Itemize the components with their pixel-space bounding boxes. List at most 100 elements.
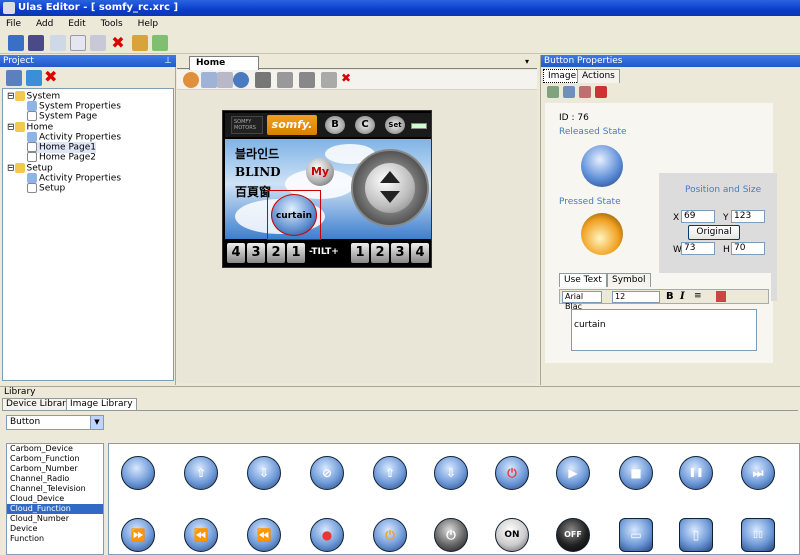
tab-use-text[interactable]: Use Text <box>559 273 607 287</box>
new-icon[interactable] <box>8 35 24 51</box>
next-button-image[interactable]: ⏭ <box>741 456 775 490</box>
square-button-image[interactable]: ▭ <box>619 518 653 552</box>
down-button-image[interactable]: ⇩ <box>247 456 281 490</box>
layer-icon[interactable] <box>217 72 233 88</box>
panel-button-image[interactable]: ▯ <box>679 518 713 552</box>
expand-icon[interactable]: ⊟ <box>7 92 15 102</box>
up-button-image[interactable]: ⇧ <box>184 456 218 490</box>
paste-icon[interactable] <box>90 35 106 51</box>
number-button[interactable]: 1 <box>351 243 369 263</box>
copy-icon[interactable] <box>50 35 66 51</box>
number-button[interactable]: 3 <box>247 243 265 263</box>
rotate-icon[interactable] <box>233 72 249 88</box>
tab-image-library[interactable]: Image Library <box>66 398 137 410</box>
category-item[interactable]: Carbom_Function <box>7 454 103 464</box>
category-item[interactable]: Function <box>7 534 103 544</box>
c-button[interactable]: C <box>355 116 375 134</box>
align-icon[interactable]: ≡ <box>694 291 702 301</box>
down-arrow-button-image[interactable]: ⇩ <box>434 456 468 490</box>
duplicate-icon[interactable] <box>70 35 86 51</box>
pin-icon[interactable]: ⊥ <box>164 55 172 67</box>
category-item[interactable]: Channel_Radio <box>7 474 103 484</box>
menu-file[interactable]: File <box>0 16 27 32</box>
delete-icon[interactable]: ✖ <box>110 35 126 51</box>
bold-icon[interactable]: B <box>666 291 674 302</box>
shape-icon[interactable] <box>183 72 199 88</box>
menu-help[interactable]: Help <box>132 16 165 32</box>
w-input[interactable]: 73 <box>681 242 715 255</box>
number-button[interactable]: 1 <box>287 243 305 263</box>
category-item[interactable]: Carbom_Number <box>7 464 103 474</box>
plain-button-image[interactable] <box>121 456 155 490</box>
number-button[interactable]: 4 <box>227 243 245 263</box>
image-icon[interactable] <box>563 86 575 98</box>
rewind-button-image[interactable]: ⏪ <box>184 518 218 552</box>
expand-icon[interactable]: ⊟ <box>7 123 15 133</box>
tree-node-setup-page[interactable]: Setup <box>27 183 65 194</box>
number-button[interactable]: 2 <box>371 243 389 263</box>
pressed-state-image[interactable] <box>581 213 623 255</box>
delete-icon[interactable]: ✖ <box>341 70 357 86</box>
frame-icon[interactable] <box>201 72 217 88</box>
distribute-icon[interactable] <box>321 72 337 88</box>
menu-edit[interactable]: Edit <box>62 16 91 32</box>
off-button-image[interactable]: OFF <box>556 518 590 552</box>
tree-node-home-page2[interactable]: Home Page2 <box>27 152 96 163</box>
category-item-selected[interactable]: Cloud_Function <box>7 504 103 514</box>
power-orange-button-image[interactable]: ⏻ <box>373 518 407 552</box>
align-left-icon[interactable] <box>255 72 271 88</box>
image-icon[interactable] <box>579 86 591 98</box>
down-arrow-icon[interactable] <box>380 191 400 203</box>
button-text-area[interactable]: curtain <box>571 309 757 351</box>
stop-button-image[interactable]: ■ <box>619 456 653 490</box>
tab-home-page1[interactable]: Home Page1 <box>189 56 259 80</box>
font-size-select[interactable]: 12 <box>612 291 660 303</box>
original-button[interactable]: Original <box>688 225 740 240</box>
category-type-select[interactable]: Button ▼ <box>6 415 104 430</box>
chevron-down-icon[interactable]: ▼ <box>90 416 103 429</box>
on-button-image[interactable]: ON <box>495 518 529 552</box>
add-activity-icon[interactable] <box>6 70 22 86</box>
up-arrow-button-image[interactable]: ⇧ <box>373 456 407 490</box>
add-page-icon[interactable] <box>26 70 42 86</box>
tab-symbol[interactable]: Symbol <box>607 273 651 287</box>
up-arrow-icon[interactable] <box>380 171 400 183</box>
number-button[interactable]: 3 <box>391 243 409 263</box>
y-input[interactable]: 123 <box>731 210 765 223</box>
tab-image[interactable]: Image <box>543 69 582 83</box>
book-button-image[interactable]: ▯▯ <box>741 518 775 552</box>
tab-device-library[interactable]: Device Library <box>2 398 76 410</box>
export-icon[interactable] <box>152 35 168 51</box>
power-button-image[interactable]: ⏻ <box>495 456 529 490</box>
category-item[interactable]: Carbom_Device <box>7 444 103 454</box>
my-button[interactable]: My <box>306 158 334 186</box>
x-input[interactable]: 69 <box>681 210 715 223</box>
play-button-image[interactable]: ▶ <box>556 456 590 490</box>
font-family-select[interactable]: Arial Blac <box>562 291 602 311</box>
selection-rectangle[interactable] <box>267 190 321 240</box>
mute-button-image[interactable]: ⊘ <box>310 456 344 490</box>
number-button[interactable]: 2 <box>267 243 285 263</box>
category-item[interactable]: Device <box>7 524 103 534</box>
image-icon[interactable] <box>547 86 559 98</box>
set-button[interactable]: Set <box>385 116 405 134</box>
expand-icon[interactable]: ⊟ <box>7 164 15 174</box>
category-item[interactable]: Cloud_Device <box>7 494 103 504</box>
number-button[interactable]: 4 <box>411 243 429 263</box>
menu-add[interactable]: Add <box>30 16 59 32</box>
tab-dropdown-icon[interactable]: ▾ <box>525 57 529 66</box>
rewind-fast-button-image[interactable]: ⏪ <box>247 518 281 552</box>
remove-icon[interactable]: ✖ <box>44 69 60 85</box>
power-dark-button-image[interactable]: ⏻ <box>434 518 468 552</box>
clear-image-icon[interactable] <box>595 86 607 98</box>
fast-forward-button-image[interactable]: ⏩ <box>121 518 155 552</box>
align-center-icon[interactable] <box>277 72 293 88</box>
tree-node-system-page[interactable]: System Page <box>27 111 97 122</box>
up-down-dial[interactable] <box>351 149 429 227</box>
save-icon[interactable] <box>28 35 44 51</box>
italic-icon[interactable]: I <box>680 291 685 302</box>
tab-actions[interactable]: Actions <box>577 69 620 83</box>
category-item[interactable]: Cloud_Number <box>7 514 103 524</box>
record-button-image[interactable]: ● <box>310 518 344 552</box>
align-top-icon[interactable] <box>299 72 315 88</box>
